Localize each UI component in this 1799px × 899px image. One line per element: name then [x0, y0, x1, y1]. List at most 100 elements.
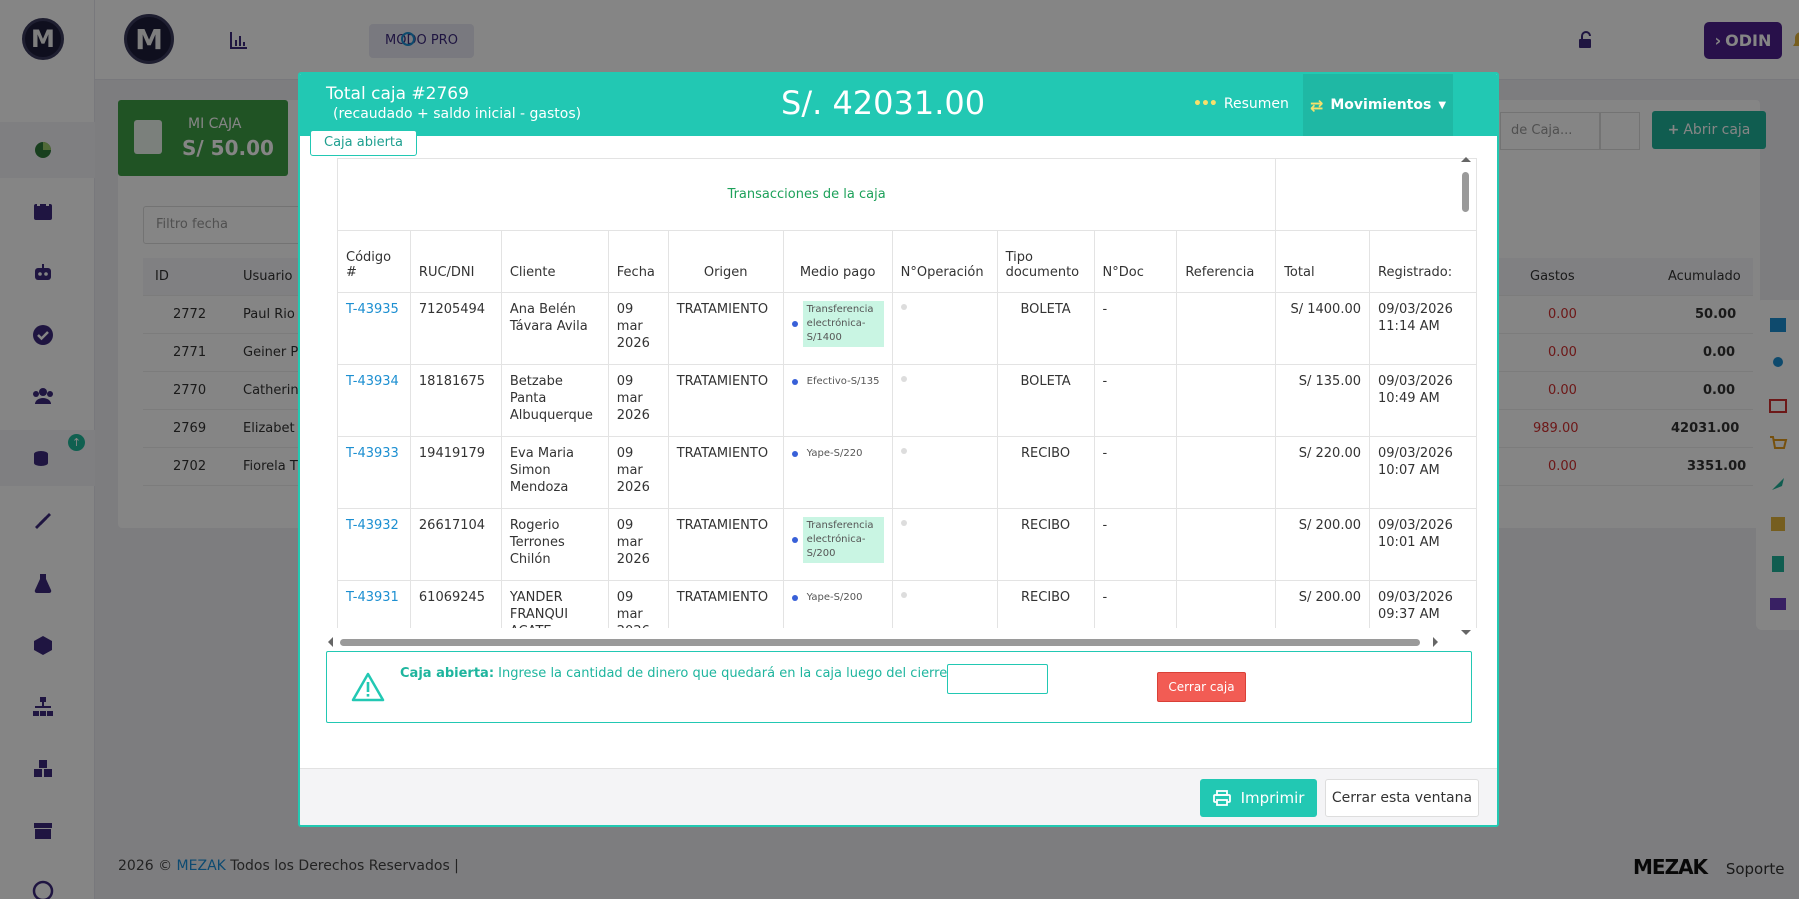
bullet-icon — [791, 595, 798, 601]
col-medio-pago: Medio pago — [782, 230, 893, 293]
horizontal-scroll-thumb[interactable] — [340, 639, 1420, 646]
resumen-tab[interactable]: ••• Resumen — [1193, 96, 1289, 112]
row-referencia — [1176, 292, 1277, 365]
vertical-scrollbar[interactable] — [1460, 157, 1472, 638]
row-origen[interactable]: TRATAMIENTO — [667, 364, 784, 437]
table-row: T-43932 26617104 Rogerio Terrones Chilón… — [337, 508, 1477, 581]
row-referencia — [1176, 508, 1277, 581]
row-ndoc: - — [1093, 292, 1178, 365]
row-origen[interactable]: TRATAMIENTO — [667, 508, 784, 581]
table-row: T-43931 61069245 YANDER FRANQUI ACATE JU… — [337, 580, 1477, 628]
cierre-amount-input[interactable] — [947, 664, 1048, 694]
table-row: T-43934 18181675 Betzabe Panta Albuquerq… — [337, 364, 1477, 437]
col-referencia: Referencia — [1176, 230, 1277, 293]
payment-text: Yape-S/200 — [806, 592, 863, 603]
row-doc: 18181675 — [409, 364, 502, 437]
printer-icon — [1212, 790, 1231, 806]
row-cliente: YANDER FRANQUI ACATE JURADO — [500, 580, 609, 628]
table-caption: Transacciones de la caja — [337, 158, 1277, 231]
payment-text: Efectivo-S/135 — [806, 376, 880, 387]
movimientos-tab[interactable]: ⇄ Movimientos ▼ — [1303, 74, 1453, 136]
row-cliente: Rogerio Terrones Chilón — [500, 508, 609, 581]
dot-icon — [900, 520, 907, 526]
row-doc: 61069245 — [409, 580, 502, 628]
transactions-table: Transacciones de la caja Código # RUC/DN… — [337, 158, 1477, 628]
table-row: T-43935 71205494 Ana Belén Távara Avila … — [337, 292, 1477, 365]
row-total: S/ 220.00 — [1275, 436, 1371, 509]
row-fecha: 09 mar 2026 — [607, 580, 669, 628]
cerrar-ventana-button[interactable]: Cerrar esta ventana — [1325, 779, 1479, 817]
col-codigo: Código # — [337, 230, 411, 293]
row-tipo: BOLETA — [996, 364, 1095, 437]
row-origen[interactable]: TRATAMIENTO — [667, 580, 784, 628]
table-header: Código # RUC/DNI Cliente Fecha Origen Me… — [337, 230, 1477, 293]
horizontal-scrollbar[interactable] — [325, 637, 1490, 647]
row-doc: 26617104 — [409, 508, 502, 581]
scroll-up-icon[interactable] — [1461, 152, 1471, 162]
row-cliente: Ana Belén Távara Avila — [500, 292, 609, 365]
col-origen: Origen — [667, 230, 784, 293]
row-tipo: RECIBO — [996, 508, 1095, 581]
payment-chip: Transferencia electrónica-S/1400 — [791, 301, 884, 347]
row-ndoc: - — [1093, 508, 1178, 581]
chevron-down-icon: ▼ — [1438, 99, 1447, 111]
row-origen[interactable]: TRATAMIENTO — [667, 436, 784, 509]
row-tipo: RECIBO — [996, 436, 1095, 509]
transaction-code-link[interactable]: T-43935 — [346, 302, 399, 317]
transactions-table-wrapper[interactable]: Transacciones de la caja Código # RUC/DN… — [337, 158, 1477, 628]
transaction-code-link[interactable]: T-43933 — [346, 446, 399, 461]
bullet-icon — [791, 321, 798, 327]
col-total: Total — [1275, 230, 1371, 293]
row-origen[interactable]: TRATAMIENTO — [667, 292, 784, 365]
cierre-label: Caja abierta: — [400, 666, 495, 681]
transaction-code-link[interactable]: T-43932 — [346, 518, 399, 533]
row-total: S/ 1400.00 — [1275, 292, 1371, 365]
row-fecha: 09 mar 2026 — [607, 436, 669, 509]
row-fecha: 09 mar 2026 — [607, 364, 669, 437]
col-ruc: RUC/DNI — [409, 230, 502, 293]
dot-icon — [900, 592, 907, 598]
payment-chip: Yape-S/200 — [791, 589, 884, 607]
cerrar-caja-button[interactable]: Cerrar caja — [1157, 672, 1246, 702]
row-ndoc: - — [1093, 580, 1178, 628]
row-ndoc: - — [1093, 364, 1178, 437]
dot-icon — [900, 304, 907, 310]
dot-icon — [900, 376, 907, 382]
row-tipo: RECIBO — [996, 580, 1095, 628]
payment-text: Yape-S/220 — [806, 448, 863, 459]
caja-modal: Total caja #2769 (recaudado + saldo inic… — [298, 72, 1499, 827]
table-row: T-43933 19419179 Eva Maria Simon Mendoza… — [337, 436, 1477, 509]
dot-icon — [900, 448, 907, 454]
col-ndoc: N°Doc — [1093, 230, 1178, 293]
imprimir-button[interactable]: Imprimir — [1200, 779, 1317, 817]
row-fecha: 09 mar 2026 — [607, 508, 669, 581]
caja-abierta-tab[interactable]: Caja abierta — [310, 130, 417, 156]
transaction-code-link[interactable]: T-43934 — [346, 374, 399, 389]
row-fecha: 09 mar 2026 — [607, 292, 669, 365]
bullet-icon — [791, 379, 798, 385]
row-referencia — [1176, 364, 1277, 437]
bullet-icon — [791, 451, 798, 457]
col-cliente: Cliente — [500, 230, 609, 293]
bullet-icon — [791, 537, 798, 543]
transaction-code-link[interactable]: T-43931 — [346, 590, 399, 605]
modal-total: S/. 42031.00 — [781, 84, 986, 122]
cierre-panel: Caja abierta: Ingrese la cantidad de din… — [326, 651, 1472, 723]
exchange-icon: ⇄ — [1309, 95, 1324, 115]
vertical-scroll-thumb[interactable] — [1462, 172, 1469, 212]
row-total: S/ 135.00 — [1275, 364, 1371, 437]
row-total: S/ 200.00 — [1275, 580, 1371, 628]
row-tipo: BOLETA — [996, 292, 1095, 365]
col-tipo-doc: Tipo documento — [996, 230, 1095, 293]
scroll-left-icon[interactable] — [323, 637, 333, 647]
row-referencia — [1176, 436, 1277, 509]
payment-chip: Efectivo-S/135 — [791, 373, 884, 391]
dots-icon: ••• — [1193, 96, 1218, 112]
col-operacion: N°Operación — [891, 230, 998, 293]
scroll-right-icon[interactable] — [1433, 637, 1443, 647]
modal-footer: Imprimir Cerrar esta ventana — [300, 768, 1497, 825]
row-cliente: Eva Maria Simon Mendoza — [500, 436, 609, 509]
row-cliente: Betzabe Panta Albuquerque — [500, 364, 609, 437]
payment-text: Transferencia electrónica-S/200 — [802, 517, 884, 563]
row-ndoc: - — [1093, 436, 1178, 509]
